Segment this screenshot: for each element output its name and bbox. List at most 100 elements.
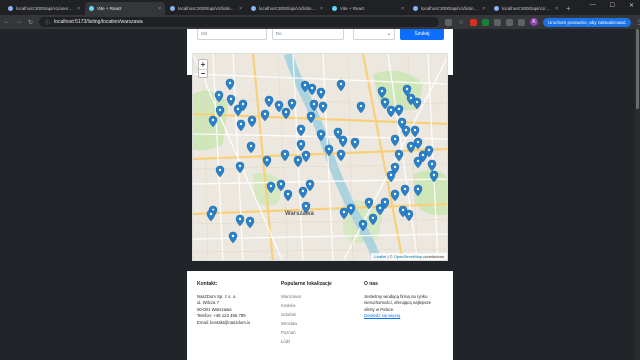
browser-tab[interactable]: localhost:3000/api/v1/listings/× bbox=[166, 2, 246, 15]
search-button[interactable]: Szukaj bbox=[400, 29, 444, 40]
close-icon[interactable]: × bbox=[401, 6, 404, 12]
price-to-input[interactable]: Do bbox=[272, 29, 344, 40]
listing-marker-pin[interactable] bbox=[236, 119, 246, 132]
browser-toolbar: ← → ↻ ⓘ localhost:5173/listing/location/… bbox=[0, 15, 640, 29]
about-column: O nas Jesteśmy wiodącą firmą na rynku ni… bbox=[364, 281, 443, 348]
profile-avatar[interactable]: K bbox=[530, 18, 539, 26]
listing-marker-pin[interactable] bbox=[336, 149, 346, 162]
listing-marker-pin[interactable] bbox=[386, 105, 396, 118]
translate-icon[interactable] bbox=[445, 18, 453, 26]
close-icon[interactable]: × bbox=[77, 6, 80, 12]
listing-marker-pin[interactable] bbox=[350, 137, 360, 150]
zoom-in-button[interactable]: + bbox=[199, 60, 207, 69]
footer: Kontakt: NaszDom Sp. z o. o. ul. Wilcza … bbox=[187, 271, 453, 360]
marker-dot bbox=[367, 200, 371, 204]
listing-marker-pin[interactable] bbox=[390, 134, 400, 147]
listing-marker-pin[interactable] bbox=[280, 149, 290, 162]
listing-marker-pin[interactable] bbox=[225, 78, 235, 91]
extension-icon[interactable] bbox=[494, 18, 502, 26]
listing-marker-pin[interactable] bbox=[301, 150, 311, 163]
back-icon[interactable]: ← bbox=[4, 19, 10, 25]
listing-marker-pin[interactable] bbox=[215, 165, 225, 178]
listing-marker-pin[interactable] bbox=[235, 161, 245, 174]
browser-tab[interactable]: localhost:3000/api/v1/listings/× bbox=[247, 2, 327, 15]
location-link[interactable]: Łódź bbox=[281, 339, 364, 346]
address-bar[interactable]: ⓘ localhost:5173/listing/location/warsza… bbox=[39, 17, 440, 27]
minimize-icon[interactable]: — bbox=[590, 2, 596, 9]
listing-marker-pin[interactable] bbox=[356, 101, 366, 114]
close-icon[interactable]: × bbox=[320, 6, 323, 12]
listing-marker-pin[interactable] bbox=[228, 231, 238, 244]
extension-icon[interactable] bbox=[470, 18, 478, 26]
menu-icon[interactable]: ⋮ bbox=[636, 19, 640, 26]
price-from-input[interactable]: Od bbox=[197, 29, 267, 40]
close-icon[interactable]: × bbox=[158, 6, 161, 12]
listing-marker-pin[interactable] bbox=[336, 79, 346, 92]
bookmark-star-icon[interactable]: ☆ bbox=[457, 19, 465, 26]
marker-dot bbox=[241, 102, 245, 106]
listing-marker-pin[interactable] bbox=[226, 94, 236, 107]
location-link[interactable]: Warszawa bbox=[281, 294, 364, 301]
close-icon[interactable]: × bbox=[482, 6, 485, 12]
listing-marker-pin[interactable] bbox=[264, 95, 274, 108]
marker-dot bbox=[228, 81, 232, 85]
page-scrollbar[interactable] bbox=[635, 29, 640, 360]
listing-marker-pin[interactable] bbox=[305, 179, 315, 192]
update-button[interactable]: Uruchom ponownie, aby zaktualizować bbox=[543, 17, 631, 27]
listing-marker-pin[interactable] bbox=[390, 189, 400, 202]
leaflet-link[interactable]: Leaflet bbox=[374, 254, 386, 259]
sidebar-icon[interactable] bbox=[518, 18, 526, 26]
close-icon[interactable]: × bbox=[239, 6, 242, 12]
sort-select[interactable]: ⌄ bbox=[353, 29, 395, 40]
marker-dot bbox=[218, 168, 222, 172]
listing-marker-pin[interactable] bbox=[247, 115, 257, 128]
browser-tab[interactable]: localhost:3000/api/v1/data/cou× bbox=[490, 2, 562, 15]
location-link[interactable]: Gdańsk bbox=[281, 312, 364, 319]
scroll-thumb[interactable] bbox=[636, 29, 639, 109]
close-window-icon[interactable]: ✕ bbox=[629, 2, 634, 9]
listing-marker-pin[interactable] bbox=[401, 125, 411, 138]
marker-dot bbox=[415, 100, 419, 104]
listings-map[interactable]: + − Warszawa Leaflet | © OpenStreetMap c… bbox=[192, 53, 448, 261]
listing-marker-pin[interactable] bbox=[287, 98, 297, 111]
marker-dot bbox=[389, 108, 393, 112]
listing-marker-pin[interactable] bbox=[245, 216, 255, 229]
listing-marker-pin[interactable] bbox=[293, 155, 303, 168]
listing-marker-pin[interactable] bbox=[394, 149, 404, 162]
browser-tab[interactable]: localhost:3000/api/v1/listings/× bbox=[409, 2, 489, 15]
close-icon[interactable]: × bbox=[555, 6, 558, 12]
listing-marker-pin[interactable] bbox=[410, 125, 420, 138]
listing-marker-pin[interactable] bbox=[235, 214, 245, 227]
react-icon bbox=[332, 6, 337, 11]
listing-marker-pin[interactable] bbox=[413, 137, 423, 150]
browser-tab[interactable]: localhost:3000/api/v1/users/l/l × bbox=[4, 2, 84, 15]
city-label: Warszawa bbox=[285, 211, 314, 217]
listing-marker-pin[interactable] bbox=[260, 109, 270, 122]
location-link[interactable]: Wrocław bbox=[281, 321, 364, 328]
osm-link[interactable]: OpenStreetMap bbox=[394, 254, 422, 259]
listing-marker-pin[interactable] bbox=[427, 159, 437, 172]
location-link[interactable]: Poznań bbox=[281, 330, 364, 337]
browser-tab[interactable]: Vite + React × bbox=[328, 2, 408, 15]
maximize-icon[interactable]: ☐ bbox=[610, 2, 615, 9]
listing-marker-pin[interactable] bbox=[413, 156, 423, 169]
location-link[interactable]: Kraków bbox=[281, 303, 364, 310]
listing-marker-pin[interactable] bbox=[296, 124, 306, 137]
new-tab-button[interactable]: + bbox=[566, 2, 571, 15]
forward-icon[interactable]: → bbox=[16, 19, 22, 25]
extensions-puzzle-icon[interactable] bbox=[506, 18, 514, 26]
listing-marker-pin[interactable] bbox=[338, 135, 348, 148]
learn-more-link[interactable]: Dowiedz się więcej bbox=[364, 313, 443, 320]
map-attribution: Leaflet | © OpenStreetMap contributors bbox=[371, 253, 447, 260]
reload-icon[interactable]: ↻ bbox=[28, 19, 33, 26]
listing-marker-pin[interactable] bbox=[307, 83, 317, 96]
listing-marker-pin[interactable] bbox=[316, 87, 326, 100]
browser-tab-active[interactable]: Vite + React × bbox=[85, 2, 165, 15]
url-text: localhost:5173/listing/location/warszawa bbox=[54, 19, 143, 25]
listing-marker-pin[interactable] bbox=[274, 100, 284, 113]
site-info-icon[interactable]: ⓘ bbox=[45, 19, 50, 26]
listing-marker-pin[interactable] bbox=[246, 141, 256, 154]
listing-marker-pin[interactable] bbox=[206, 209, 216, 222]
zoom-out-button[interactable]: − bbox=[199, 69, 207, 78]
extension-icon[interactable] bbox=[482, 18, 490, 26]
